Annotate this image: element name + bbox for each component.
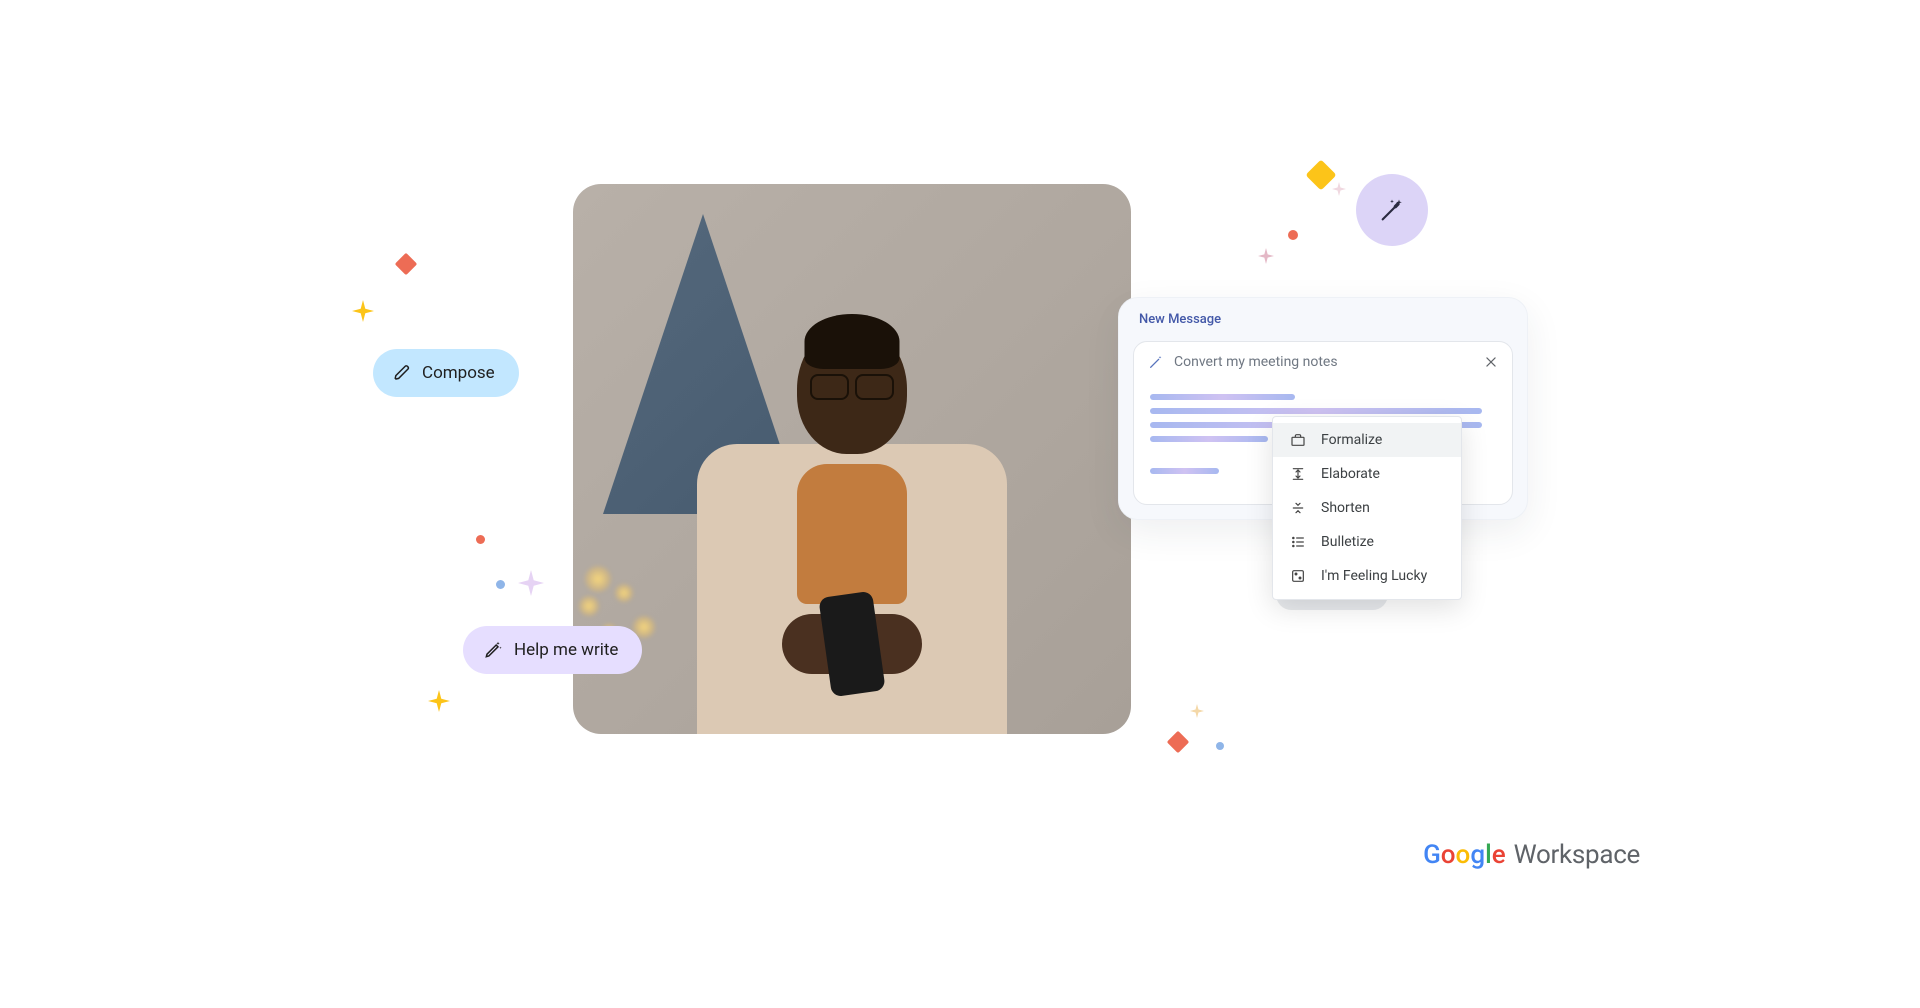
refine-item-label: I'm Feeling Lucky	[1321, 568, 1427, 584]
sparkle-icon	[1258, 248, 1274, 264]
dice-icon	[1289, 567, 1307, 585]
help-me-write-label: Help me write	[514, 640, 618, 660]
google-workspace-logo: Google Workspace	[1423, 840, 1640, 870]
refine-item-label: Shorten	[1321, 500, 1370, 516]
sparkle-icon	[518, 570, 544, 596]
refine-item-shorten[interactable]: Shorten	[1273, 491, 1461, 525]
diamond-shape	[1167, 731, 1190, 754]
refine-item-elaborate[interactable]: Elaborate	[1273, 457, 1461, 491]
dot-shape	[476, 535, 485, 544]
refine-menu: Formalize Elaborate Shorten Bulletize I'…	[1272, 416, 1462, 600]
briefcase-icon	[1289, 431, 1307, 449]
ai-prompt-input[interactable]: Convert my meeting notes	[1134, 342, 1512, 382]
sparkle-icon	[1332, 182, 1346, 196]
sparkle-icon	[352, 300, 374, 322]
compose-pill[interactable]: Compose	[373, 349, 519, 397]
refine-item-label: Bulletize	[1321, 534, 1374, 550]
magic-wand-icon	[1148, 354, 1164, 370]
ai-prompt-text: Convert my meeting notes	[1174, 354, 1484, 370]
collapse-icon	[1289, 499, 1307, 517]
magic-wand-badge	[1356, 174, 1428, 246]
refine-item-formalize[interactable]: Formalize	[1273, 423, 1461, 457]
refine-item-label: Formalize	[1321, 432, 1382, 448]
new-message-title: New Message	[1119, 298, 1527, 337]
list-icon	[1289, 533, 1307, 551]
refine-item-bulletize[interactable]: Bulletize	[1273, 525, 1461, 559]
hero-photo	[573, 184, 1131, 734]
close-icon[interactable]	[1484, 355, 1498, 369]
sparkle-icon	[428, 690, 450, 712]
sparkle-icon	[1190, 704, 1204, 718]
dot-shape	[496, 580, 505, 589]
compose-label: Compose	[422, 363, 495, 383]
dot-shape	[1288, 230, 1298, 240]
refine-item-label: Elaborate	[1321, 466, 1380, 482]
pencil-icon	[393, 364, 411, 382]
help-me-write-pill[interactable]: Help me write	[463, 626, 642, 674]
magic-pencil-icon	[483, 640, 503, 660]
diamond-shape	[395, 253, 418, 276]
expand-icon	[1289, 465, 1307, 483]
refine-item-lucky[interactable]: I'm Feeling Lucky	[1273, 559, 1461, 593]
dot-shape	[1216, 742, 1224, 750]
